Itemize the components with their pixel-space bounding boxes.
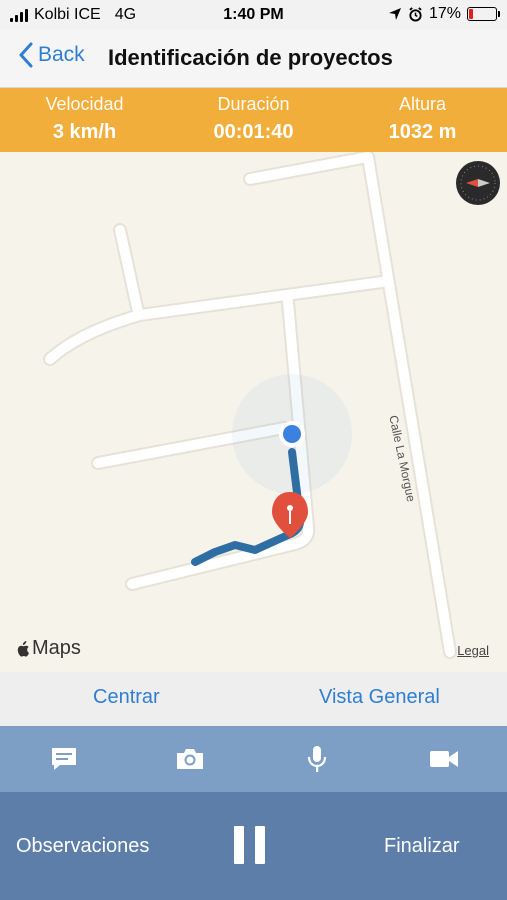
pause-bar-left	[234, 826, 244, 864]
chevron-left-icon	[19, 42, 33, 68]
stat-speed-label: Velocidad	[45, 94, 124, 114]
back-button[interactable]: Back	[18, 42, 85, 68]
battery-level-fill	[469, 9, 474, 19]
back-label: Back	[38, 43, 85, 66]
map-roads	[43, 152, 457, 659]
stat-duration-label: Duración	[217, 94, 290, 114]
pause-icon[interactable]	[234, 826, 274, 864]
current-location-icon	[279, 421, 305, 447]
stat-altitude-label: Altura	[398, 94, 447, 114]
legal-link[interactable]: Legal	[457, 643, 489, 658]
observations-button[interactable]: Observaciones	[16, 835, 149, 858]
status-right: 17%	[388, 5, 500, 23]
video-button[interactable]	[428, 744, 460, 774]
comment-button[interactable]	[48, 744, 80, 774]
stat-speed-value: 3 km/h	[52, 121, 117, 143]
tracking-action-bar: Observaciones Finalizar	[0, 792, 507, 900]
finish-button[interactable]: Finalizar	[384, 835, 460, 858]
apple-logo-icon	[17, 640, 30, 657]
stat-duration-value: 00:01:40	[213, 121, 294, 143]
comment-icon	[52, 748, 76, 770]
battery-icon	[467, 7, 500, 21]
alarm-icon	[409, 6, 422, 22]
video-camera-icon	[430, 751, 458, 767]
camera-button[interactable]	[174, 744, 206, 774]
camera-icon	[177, 749, 203, 769]
microphone-icon	[307, 746, 327, 772]
stat-duration: Duración 00:01:40	[169, 88, 338, 152]
pause-bar-right	[255, 826, 265, 864]
map-view[interactable]: Calle La Morgue Maps Legal	[0, 152, 507, 672]
stat-altitude-value: 1032 m	[388, 121, 457, 143]
stat-altitude: Altura 1032 m	[338, 88, 507, 152]
map-view-controls: Centrar Vista General	[0, 672, 507, 726]
microphone-button[interactable]	[301, 744, 333, 774]
page-title: Identificación de proyectos	[108, 45, 393, 70]
tracking-stats-bar: Velocidad 3 km/h Duración 00:01:40 Altur…	[0, 88, 507, 152]
location-arrow-icon	[388, 8, 401, 20]
status-bar: Kolbi ICE 4G 1:40 PM 17%	[0, 0, 507, 30]
compass-icon[interactable]	[455, 160, 501, 206]
media-toolbar	[0, 726, 507, 792]
maps-attribution: Maps	[14, 637, 81, 660]
stat-speed: Velocidad 3 km/h	[0, 88, 169, 152]
overview-button[interactable]: Vista General	[319, 686, 440, 709]
maps-brand: Maps	[32, 637, 81, 659]
center-button[interactable]: Centrar	[93, 686, 160, 709]
navigation-bar: Back Identificación de proyectos	[0, 30, 507, 88]
battery-percent: 17%	[428, 5, 461, 22]
